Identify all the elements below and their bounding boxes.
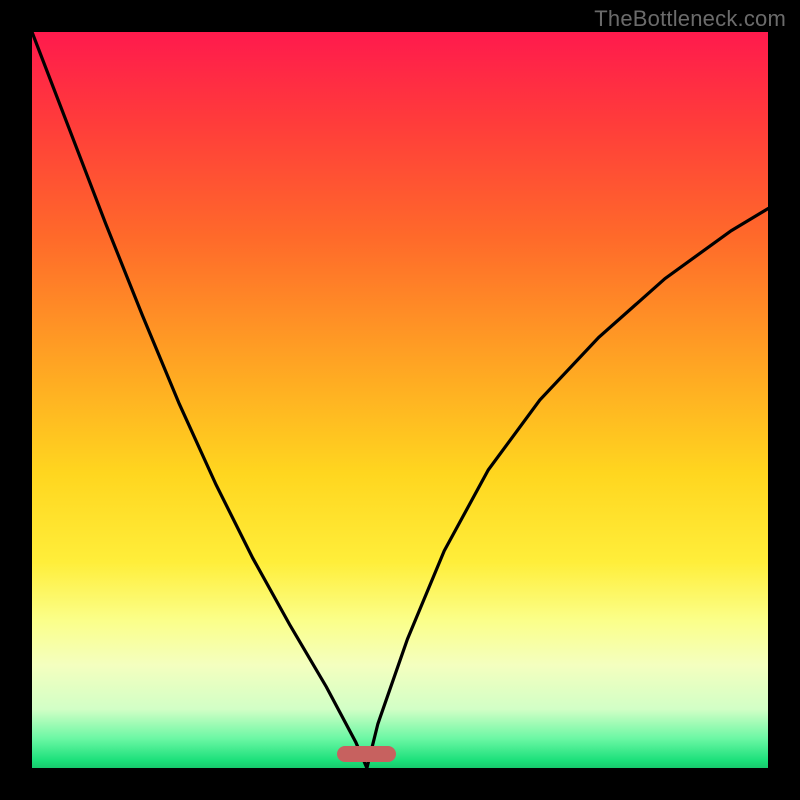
- left-curve: [32, 32, 367, 768]
- watermark-text: TheBottleneck.com: [594, 6, 786, 32]
- chart-area: [32, 32, 768, 768]
- right-curve: [367, 209, 768, 768]
- optimal-marker: [337, 746, 396, 762]
- bottleneck-curves: [32, 32, 768, 768]
